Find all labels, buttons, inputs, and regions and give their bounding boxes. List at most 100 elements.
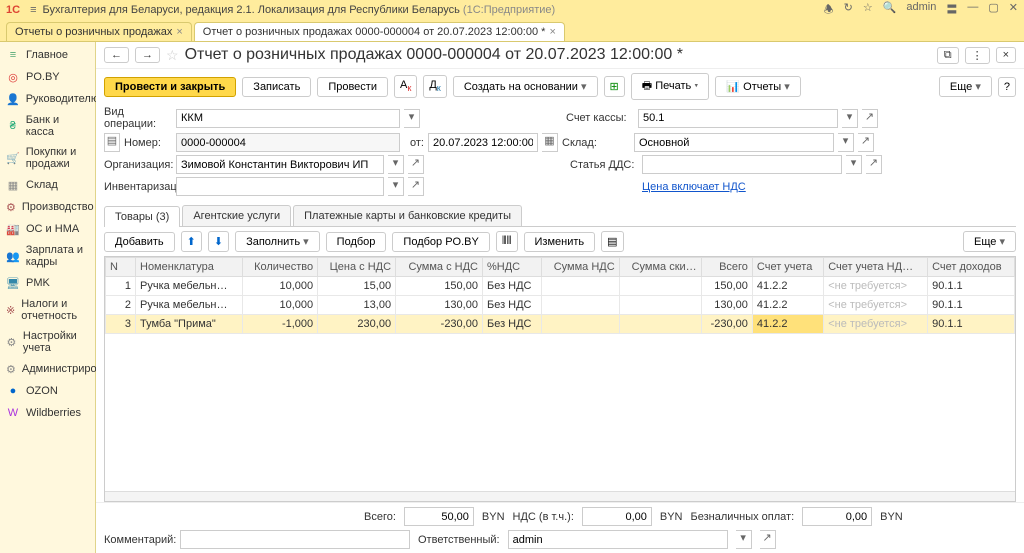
chevron-down-icon[interactable]: ▾ [404, 109, 420, 128]
post-button[interactable]: Провести [317, 77, 388, 97]
comment-field[interactable] [180, 530, 410, 549]
op-field[interactable] [176, 109, 400, 128]
edit-button[interactable]: Изменить [524, 232, 596, 252]
star-icon[interactable]: ☆ [166, 47, 179, 64]
sidebar-item-1[interactable]: ◎PO.BY [0, 66, 95, 88]
warehouse-field[interactable] [634, 133, 834, 152]
sidebar-item-14[interactable]: WWildberries [0, 402, 95, 424]
goods-table[interactable]: N Номенклатура Количество Цена с НДС Сум… [105, 257, 1015, 334]
sidebar-icon: ▦ [6, 178, 20, 192]
sidebar-item-5[interactable]: ▦Склад [0, 174, 95, 196]
settings-icon[interactable]: 〓 [946, 1, 957, 20]
sidebar-item-4[interactable]: 🛒Покупки и продажи [0, 142, 95, 174]
sidebar-item-label: OZON [26, 385, 58, 397]
open-icon[interactable]: ↗ [862, 109, 878, 128]
close-icon[interactable]: ✕ [1009, 1, 1018, 20]
open-icon[interactable]: ↗ [858, 133, 874, 152]
popout-icon[interactable]: ⧉ [937, 47, 959, 64]
tab-goods[interactable]: Товары (3) [104, 206, 180, 227]
more-button[interactable]: Еще [939, 76, 992, 97]
sidebar-item-11[interactable]: ⚙Настройки учета [0, 326, 95, 358]
help-button[interactable]: ? [998, 77, 1016, 97]
minimize-icon[interactable]: — [967, 1, 978, 20]
vat-link[interactable]: Цена включает НДС [642, 181, 746, 193]
cash-field[interactable] [638, 109, 838, 128]
history-icon[interactable]: ↻ [844, 1, 853, 20]
move-up-button[interactable]: ⬆ [181, 231, 202, 252]
sidebar-item-2[interactable]: 👤Руководителю [0, 88, 95, 110]
sidebar-item-13[interactable]: ● OZON [0, 380, 95, 402]
vat-field [582, 507, 652, 526]
dds-field[interactable] [642, 155, 842, 174]
table-row[interactable]: 1Ручка мебельн…10,00015,00150,00Без НДС1… [106, 277, 1015, 296]
barcode-icon[interactable]: ⦀⦀ [496, 231, 518, 252]
create-by-button[interactable]: Создать на основании [453, 76, 598, 97]
chevron-down-icon[interactable]: ▾ [842, 109, 858, 128]
close-doc-button[interactable]: × [996, 47, 1016, 63]
open-icon[interactable]: ↗ [408, 177, 424, 196]
dtk-icon[interactable]: Дк [423, 75, 446, 97]
pickby-button[interactable]: Подбор PO.BY [392, 232, 489, 252]
close-icon[interactable]: × [176, 26, 182, 38]
date-field[interactable] [428, 133, 538, 152]
sidebar-item-label: PO.BY [26, 71, 60, 83]
sidebar-icon: ⚙ [6, 362, 16, 376]
add-button[interactable]: Добавить [104, 232, 175, 252]
menu-icon[interactable]: ≡ [30, 4, 36, 16]
sidebar-item-6[interactable]: ⚙Производство [0, 196, 95, 218]
sidebar-item-12[interactable]: ⚙Администрирование [0, 358, 95, 380]
sidebar-icon: 👥 [6, 249, 20, 263]
sidebar-icon: W [6, 406, 20, 420]
grid-icon[interactable]: ▤ [601, 231, 623, 252]
sidebar-item-7[interactable]: 🏭ОС и НМА [0, 218, 95, 240]
table-row[interactable]: 2Ручка мебельн…10,00013,00130,00Без НДС1… [106, 296, 1015, 315]
excel-icon[interactable]: ⊞ [604, 76, 625, 97]
fill-button[interactable]: Заполнить [235, 231, 320, 252]
org-field[interactable] [176, 155, 384, 174]
more-tbl-button[interactable]: Еще [963, 231, 1016, 252]
sidebar-item-0[interactable]: ≡Главное [0, 44, 95, 66]
sidebar-item-3[interactable]: ₴Банк и касса [0, 110, 95, 142]
sidebar-icon: ● [6, 384, 20, 398]
sidebar-item-label: Настройки учета [23, 330, 89, 354]
nav-back-button[interactable]: ← [104, 47, 129, 63]
move-down-button[interactable]: ⬇ [208, 231, 229, 252]
chevron-down-icon[interactable]: ▾ [736, 530, 752, 549]
chevron-down-icon[interactable]: ▾ [388, 155, 404, 174]
tab-agent[interactable]: Агентские услуги [182, 205, 291, 226]
pick-button[interactable]: Подбор [326, 232, 387, 252]
open-icon[interactable]: ↗ [866, 155, 882, 174]
sidebar-item-9[interactable]: 🖥PMK [0, 272, 95, 294]
save-button[interactable]: Записать [242, 77, 311, 97]
tab-retail-report-doc[interactable]: Отчет о розничных продажах 0000-000004 о… [194, 22, 565, 41]
close-icon[interactable]: × [549, 26, 555, 38]
calendar-icon[interactable]: ▦ [542, 133, 558, 152]
tab-cards[interactable]: Платежные карты и банковские кредиты [293, 205, 522, 226]
reports-button[interactable]: 📊 Отчеты [715, 76, 800, 97]
resp-field[interactable] [508, 530, 728, 549]
number-field[interactable] [176, 133, 400, 152]
sidebar-icon: 🛒 [6, 151, 20, 165]
menu-icon[interactable]: ⋮ [965, 47, 990, 64]
maximize-icon[interactable]: ▢ [988, 1, 998, 20]
print-button[interactable]: 🖶 Печать [631, 73, 710, 100]
chevron-down-icon[interactable]: ▾ [388, 177, 404, 196]
table-row[interactable]: 3Тумба "Прима"-1,000230,00-230,00Без НДС… [106, 315, 1015, 334]
sidebar-icon: 👤 [6, 92, 20, 106]
favorite-icon[interactable]: ☆ [863, 1, 873, 20]
bell-icon[interactable]: 🕭 [824, 1, 834, 20]
chevron-down-icon[interactable]: ▾ [838, 133, 854, 152]
nav-fwd-button[interactable]: → [135, 47, 160, 63]
sidebar-item-10[interactable]: ※Налоги и отчетность [0, 294, 95, 326]
post-close-button[interactable]: Провести и закрыть [104, 77, 236, 97]
inv-field[interactable] [176, 177, 384, 196]
sidebar-item-8[interactable]: 👥Зарплата и кадры [0, 240, 95, 272]
tab-retail-reports[interactable]: Отчеты о розничных продажах× [6, 22, 192, 41]
atk-icon[interactable]: Ак [394, 75, 417, 97]
h-scrollbar[interactable] [105, 491, 1015, 501]
chevron-down-icon[interactable]: ▾ [846, 155, 862, 174]
open-icon[interactable]: ↗ [760, 530, 776, 549]
open-icon[interactable]: ↗ [408, 155, 424, 174]
flag-icon[interactable]: ▤ [104, 133, 120, 152]
search-icon[interactable]: 🔍 [883, 1, 897, 20]
